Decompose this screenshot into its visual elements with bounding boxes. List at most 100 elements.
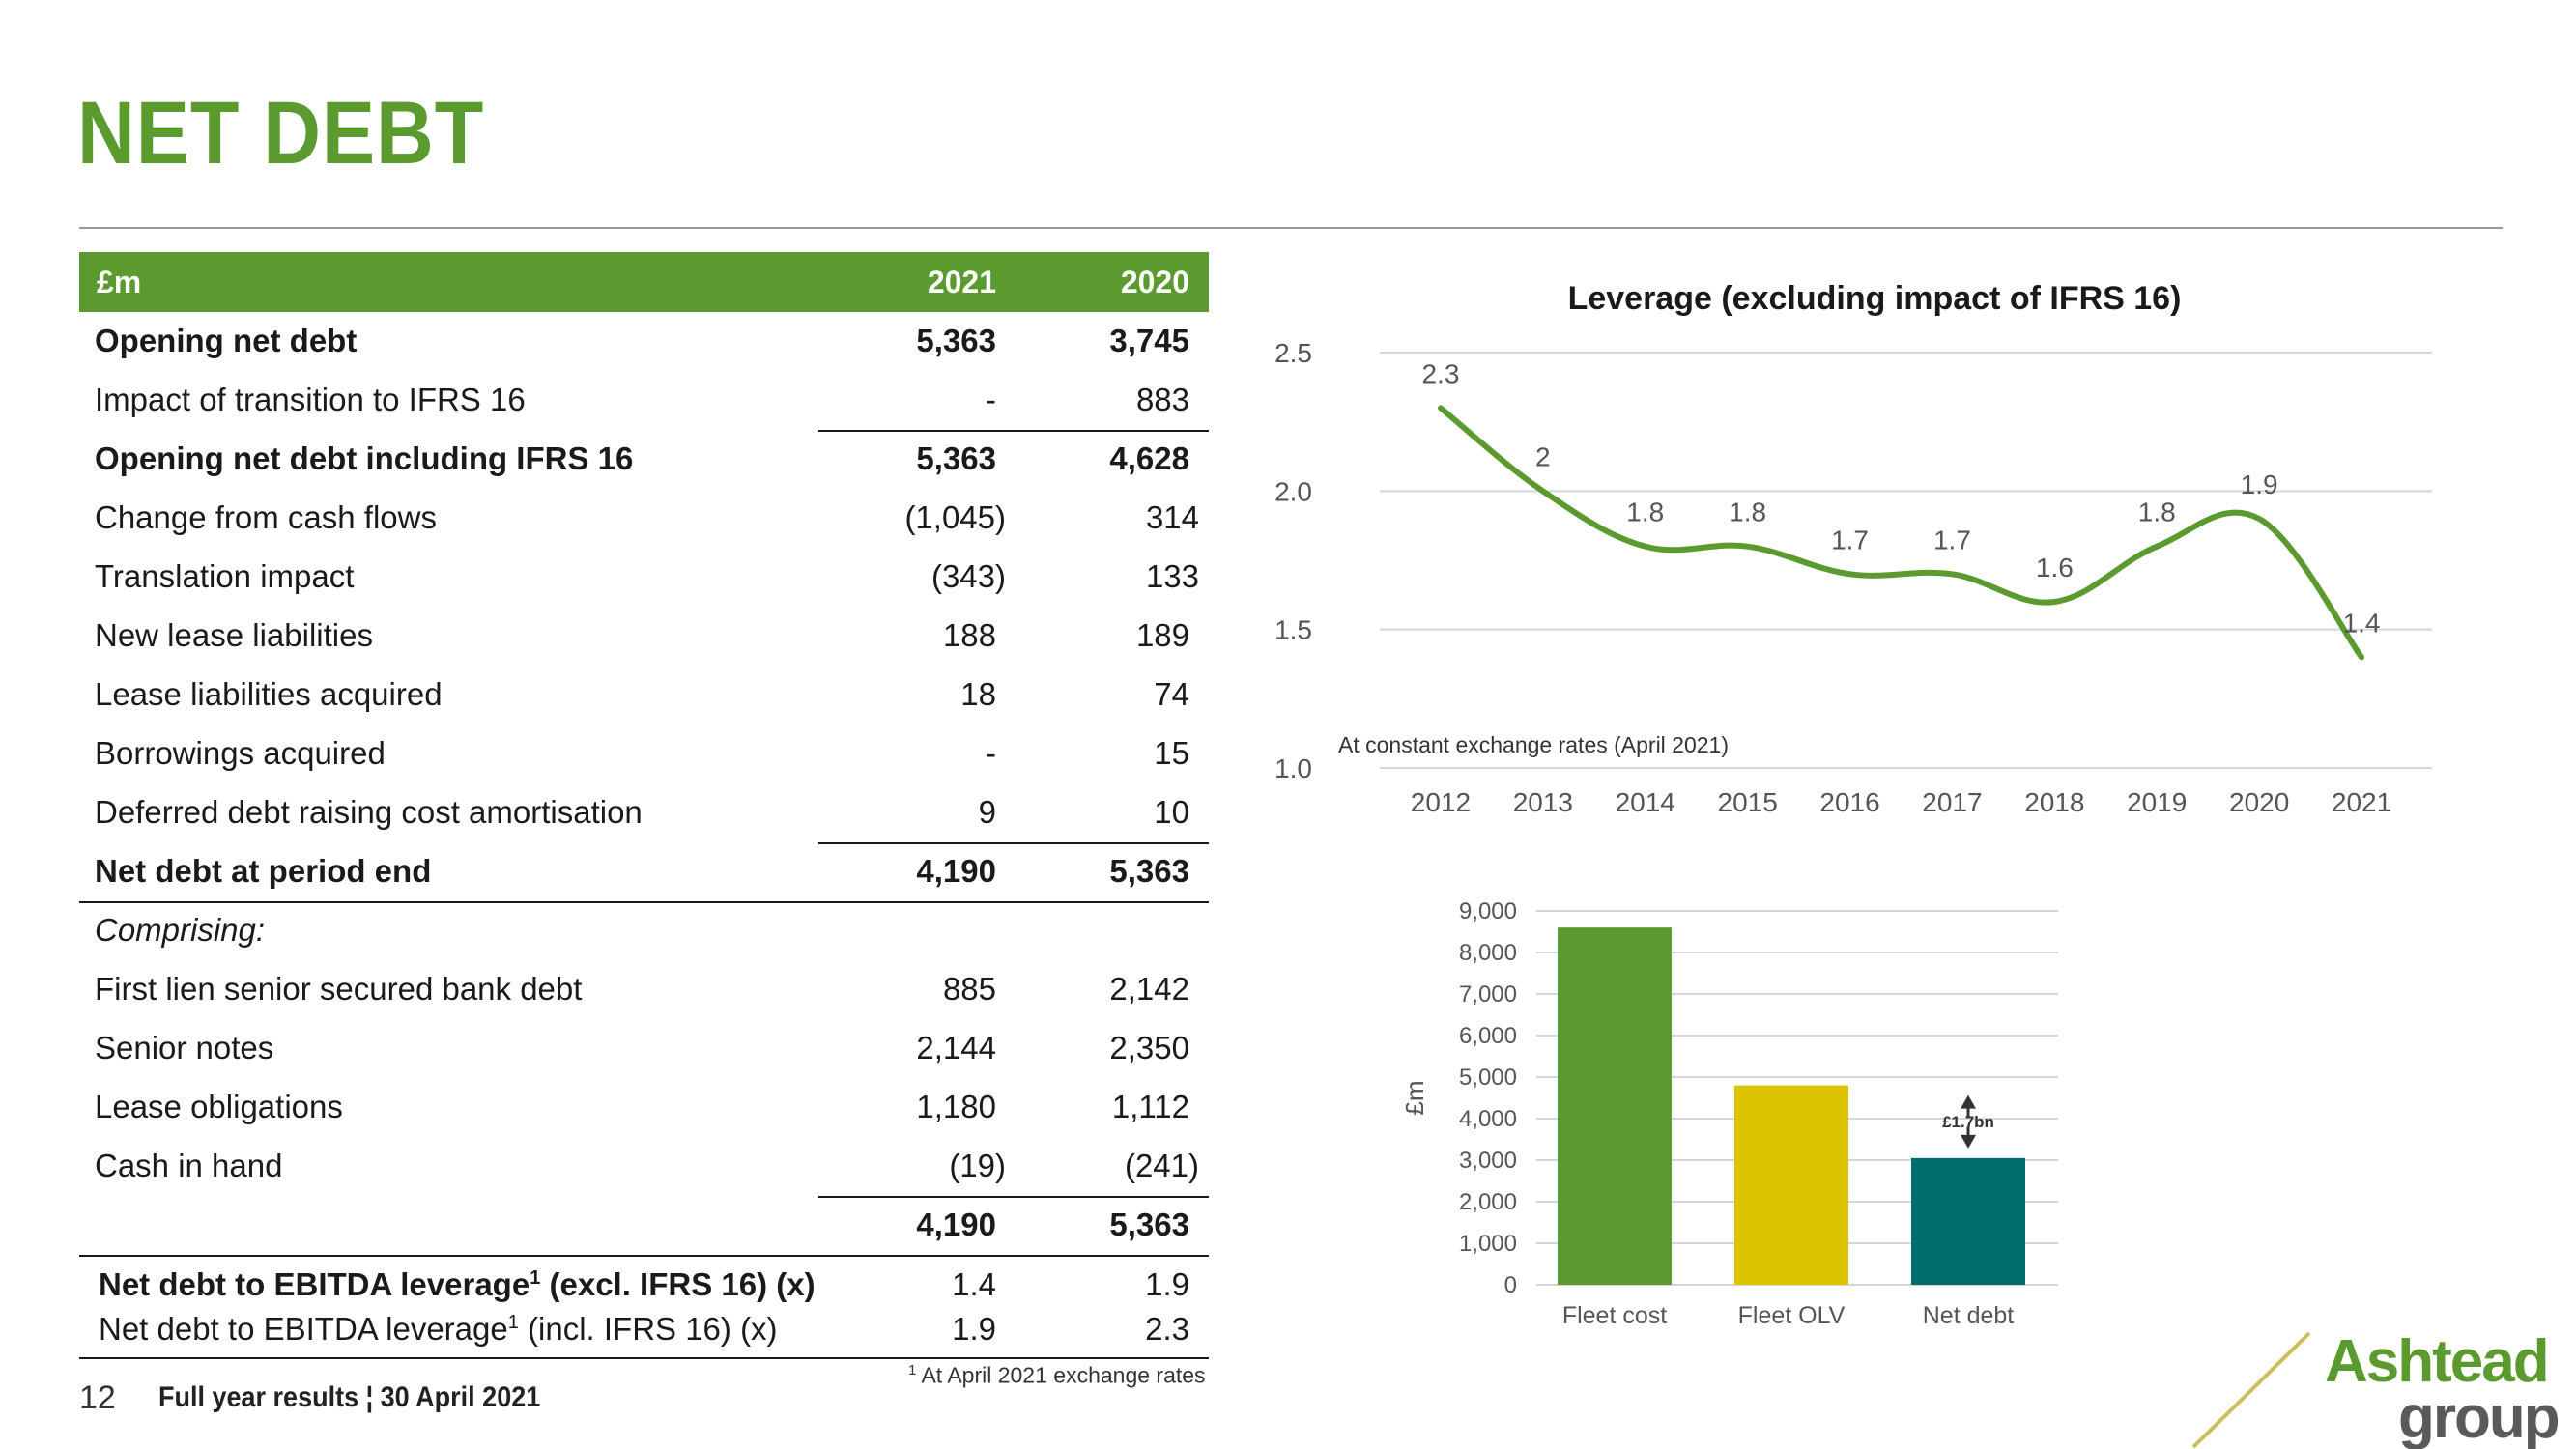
x-tick-label: 2013 xyxy=(1513,787,1573,817)
y-tick-label: 7,000 xyxy=(1459,981,1517,1008)
row-label: Net debt to EBITDA leverage1 (incl. IFRS… xyxy=(99,1311,778,1347)
value-2020: 10 xyxy=(1154,794,1189,830)
table-row: Impact of transition to IFRS 16 - 883 xyxy=(79,371,1209,430)
table-bottom-rule xyxy=(79,1357,1209,1359)
value-2021: 188 xyxy=(942,617,996,653)
value-2020: 5,363 xyxy=(1109,1207,1189,1242)
value-2021: - xyxy=(986,382,996,417)
leverage-series-line xyxy=(1437,405,2365,661)
value-2020: 2.3 xyxy=(1145,1311,1189,1347)
row-label: New lease liabilities xyxy=(95,617,373,653)
table-row: Lease obligations 1,180 1,112 xyxy=(79,1078,1209,1137)
row-label: Net debt at period end xyxy=(95,853,432,889)
value-2021: 18 xyxy=(960,676,996,712)
x-tick-label: 2015 xyxy=(1718,787,1778,817)
value-2021: 1.4 xyxy=(952,1266,996,1302)
row-label: Translation impact xyxy=(95,558,355,594)
table-row: Change from cash flows (1,045) 314 xyxy=(79,489,1209,548)
table-row: Comprising: xyxy=(79,901,1209,960)
row-label: Lease liabilities acquired xyxy=(95,676,443,712)
data-label: 1.7 xyxy=(1831,525,1869,554)
y-tick-label: 2.0 xyxy=(1274,476,1312,506)
table-row: Senior notes 2,144 2,350 xyxy=(79,1019,1209,1078)
table-row: Opening net debt 5,363 3,745 xyxy=(79,312,1209,371)
y-tick-label: 9,000 xyxy=(1459,898,1517,924)
table-row: Deferred debt raising cost amortisation 9… xyxy=(79,783,1209,842)
value-2020: 883 xyxy=(1135,382,1189,417)
value-2021: - xyxy=(986,735,996,771)
data-label: 2.3 xyxy=(1421,358,1459,388)
data-label: 1.8 xyxy=(1729,497,1766,527)
y-tick-label: 0 xyxy=(1504,1272,1517,1298)
table-body: Opening net debt 5,363 3,745 Impact of tran… xyxy=(79,312,1209,1257)
x-tick-label: 2021 xyxy=(2332,787,2391,817)
page-number: 12 xyxy=(79,1379,116,1416)
row-label: Net debt to EBITDA leverage1 (excl. IFRS… xyxy=(99,1266,816,1302)
row-label: Deferred debt raising cost amortisation xyxy=(95,794,643,830)
value-2020: 133 xyxy=(1145,558,1199,594)
footer-text: Full year results ¦ 30 April 2021 xyxy=(158,1381,541,1413)
line-chart-note: At constant exchange rates (April 2021) xyxy=(1338,732,1730,757)
table-row: Lease liabilities acquired 18 74 xyxy=(79,666,1209,724)
value-2021: (19) xyxy=(949,1148,1006,1183)
leverage-row: Net debt to EBITDA leverage1 (incl. IFRS… xyxy=(79,1307,1209,1351)
value-2021: (343) xyxy=(930,558,1006,594)
title-divider xyxy=(79,227,2503,229)
section-rule xyxy=(79,1255,1209,1257)
line-chart-title: Leverage (excluding impact of IFRS 16) xyxy=(1567,280,2182,317)
row-label: Change from cash flows xyxy=(95,499,437,535)
page-title: NET DEBT xyxy=(77,84,485,183)
value-2020: (241) xyxy=(1124,1148,1199,1183)
bar xyxy=(1734,1085,1848,1285)
value-2021: (1,045) xyxy=(904,499,1006,535)
y-tick-label: 2,000 xyxy=(1459,1189,1517,1215)
value-2020: 1.9 xyxy=(1145,1266,1189,1302)
x-tick-label: Fleet cost xyxy=(1562,1302,1667,1329)
row-label: Lease obligations xyxy=(95,1089,343,1124)
row-label: Comprising: xyxy=(95,912,266,948)
table-row: 4,190 5,363 xyxy=(79,1196,1209,1255)
x-tick-label: 2014 xyxy=(1616,787,1675,817)
data-label: 1.6 xyxy=(2036,553,2074,582)
y-axis-label: £m xyxy=(1400,1080,1429,1115)
logo-bottom-text: group xyxy=(2398,1384,2559,1449)
y-tick-label: 5,000 xyxy=(1459,1065,1517,1091)
leverage-line-chart: 1.0 1.5 2.0 2.5 2012 2013 2014 2015 2016 2017 2018… xyxy=(1274,338,2432,817)
value-2021: 885 xyxy=(942,971,996,1007)
bar xyxy=(1558,927,1672,1285)
value-2020: 189 xyxy=(1135,617,1189,653)
ashtead-logo: Ashtead group xyxy=(2191,1328,2561,1449)
table-row: First lien senior secured bank debt 885 2,… xyxy=(79,960,1209,1019)
header-2021: 2021 xyxy=(927,265,996,299)
value-2021: 4,190 xyxy=(916,1207,996,1242)
row-label: Opening net debt including IFRS 16 xyxy=(95,440,634,476)
value-2020: 2,350 xyxy=(1109,1030,1189,1065)
y-tick-label: 1.0 xyxy=(1274,753,1312,783)
data-label: 1.8 xyxy=(2138,497,2176,527)
value-2020: 74 xyxy=(1154,676,1189,712)
value-2020: 4,628 xyxy=(1109,440,1189,476)
value-2021: 5,363 xyxy=(916,323,996,358)
row-label: Opening net debt xyxy=(95,323,358,358)
table-row: Borrowings acquired - 15 xyxy=(79,724,1209,783)
table-row: Cash in hand (19) (241) xyxy=(79,1137,1209,1196)
footnote: 1 At April 2021 exchange rates xyxy=(908,1362,1206,1388)
table-row: Opening net debt including IFRS 16 5,363 4… xyxy=(79,430,1209,489)
value-2020: 15 xyxy=(1154,735,1189,771)
value-2020: 3,745 xyxy=(1109,323,1189,358)
table-row: New lease liabilities 188 189 xyxy=(79,607,1209,666)
data-label: 2 xyxy=(1535,441,1551,471)
row-label: Cash in hand xyxy=(95,1148,283,1183)
table-row: Translation impact (343) 133 xyxy=(79,548,1209,607)
data-label: 1.4 xyxy=(2343,608,2381,638)
value-2020: 5,363 xyxy=(1109,853,1189,889)
arrow-down-icon xyxy=(1961,1134,1976,1149)
arrow-up-icon xyxy=(1961,1094,1976,1109)
x-tick-label: 2012 xyxy=(1411,787,1471,817)
fleet-bar-chart: 0 1,000 2,000 3,000 4,000 5,000 6,000 7,000 8,00… xyxy=(1400,898,2058,1329)
value-2021: 4,190 xyxy=(916,853,996,889)
x-tick-label: Fleet OLV xyxy=(1738,1302,1846,1329)
x-tick-label: 2020 xyxy=(2229,787,2289,817)
x-tick-label: 2017 xyxy=(1922,787,1982,817)
leverage-rows: Net debt to EBITDA leverage1 (excl. IFRS… xyxy=(79,1263,1209,1359)
